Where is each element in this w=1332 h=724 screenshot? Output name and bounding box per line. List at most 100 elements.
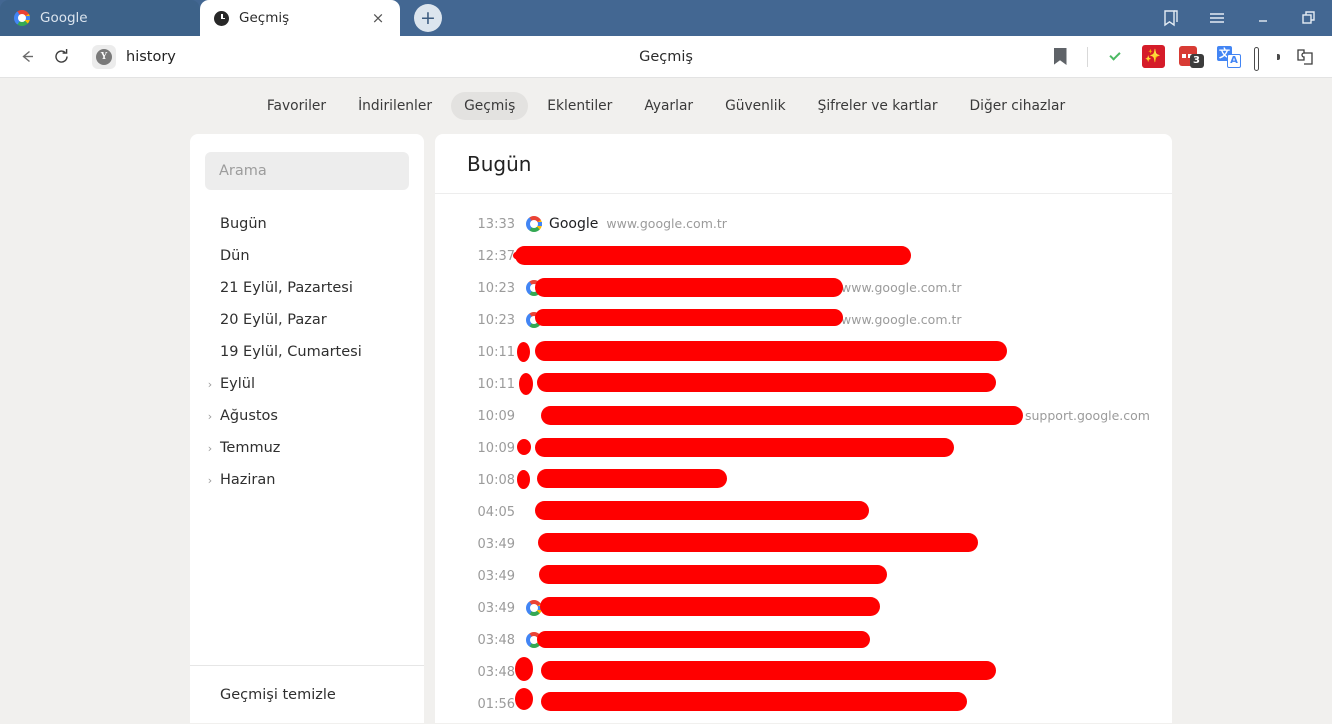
history-row[interactable]: 10:09 (435, 432, 1172, 464)
history-timestamp: 10:23 (477, 312, 515, 328)
history-url: support.google.com (1025, 408, 1150, 423)
address-input[interactable]: history (126, 49, 176, 65)
back-icon[interactable] (10, 40, 44, 74)
sidebar-item-label: 20 Eylül, Pazar (220, 312, 327, 328)
minimize-icon[interactable] (1240, 0, 1286, 36)
history-row[interactable]: 03:49 (435, 592, 1172, 624)
history-row[interactable]: 03:48 (435, 656, 1172, 688)
history-row[interactable]: 12:37 (435, 240, 1172, 272)
redaction-mark (541, 406, 1023, 425)
sidebar-item-5[interactable]: › Eylül (190, 368, 424, 400)
google-favicon (526, 216, 542, 232)
nav-item-indirilenler[interactable]: İndirilenler (345, 92, 445, 120)
history-row[interactable]: 10:08 (435, 464, 1172, 496)
extension-badge-icon[interactable]: 3 (1174, 40, 1208, 74)
tab-list-icon[interactable] (1148, 0, 1194, 36)
sidebar-item-6[interactable]: › Ağustos (190, 400, 424, 432)
nav-item-guvenlik[interactable]: Güvenlik (712, 92, 799, 120)
puzzle-icon[interactable] (1288, 40, 1322, 74)
chevron-right-icon[interactable]: › (202, 474, 218, 487)
history-list: 13:33 Google www.google.com.tr 12:37 10:23 ww… (435, 194, 1172, 720)
history-favicon-slot (519, 216, 549, 232)
history-row[interactable]: 04:05 (435, 496, 1172, 528)
history-row[interactable]: 13:33 Google www.google.com.tr (435, 208, 1172, 240)
history-title[interactable]: Google (549, 216, 598, 232)
redaction-mark (515, 246, 911, 265)
redaction-mark (537, 373, 996, 392)
redaction-mark (537, 469, 727, 488)
sidebar-date-list: ›Bugün›Dün›21 Eylül, Pazartesi›20 Eylül,… (190, 202, 424, 665)
history-row[interactable]: 03:48 (435, 624, 1172, 656)
search-input[interactable] (205, 152, 409, 190)
site-identity-icon: Y (92, 44, 116, 69)
redaction-mark (535, 341, 1007, 361)
history-timestamp: 10:11 (477, 344, 515, 360)
sidebar-item-2[interactable]: ›21 Eylül, Pazartesi (190, 272, 424, 304)
nav-item-favoriler[interactable]: Favoriler (254, 92, 339, 120)
chevron-right-icon[interactable]: › (202, 410, 218, 423)
content-heading: Bugün (435, 134, 1172, 194)
restore-icon[interactable] (1286, 0, 1332, 36)
nav-item-ayarlar[interactable]: Ayarlar (631, 92, 706, 120)
history-row[interactable]: 10:11 (435, 368, 1172, 400)
nav-item-eklentiler[interactable]: Eklentiler (534, 92, 625, 120)
search-container (190, 134, 424, 202)
history-timestamp: 03:49 (477, 600, 515, 616)
toolbar-divider (1087, 46, 1088, 67)
history-row[interactable]: 03:49 (435, 528, 1172, 560)
history-timestamp: 03:49 (477, 536, 515, 552)
history-row[interactable]: 10:09 support.google.com (435, 400, 1172, 432)
nav-item-diger-cihazlar[interactable]: Diğer cihazlar (957, 92, 1079, 120)
nav-item-sifreler-ve-kartlar[interactable]: Şifreler ve kartlar (805, 92, 951, 120)
history-timestamp: 03:49 (477, 568, 515, 584)
redaction-mark (517, 439, 531, 455)
address-bar[interactable]: Y history (92, 44, 176, 69)
sidebar-item-1[interactable]: ›Dün (190, 240, 424, 272)
redaction-mark (537, 631, 870, 648)
history-timestamp: 10:23 (477, 280, 515, 296)
sidebar-item-7[interactable]: › Temmuz (190, 432, 424, 464)
google-favicon (526, 600, 542, 616)
new-tab-button[interactable]: + (414, 4, 442, 32)
sidebar-item-8[interactable]: › Haziran (190, 464, 424, 496)
sidebar-item-0[interactable]: ›Bugün (190, 208, 424, 240)
adguard-shield-icon[interactable] (1098, 40, 1132, 74)
history-row[interactable]: 10:23 www.google.com.tr (435, 304, 1172, 336)
close-icon[interactable]: × (370, 10, 386, 26)
history-url: www.google.com.tr (841, 280, 962, 295)
google-favicon (526, 312, 542, 328)
window-controls (1148, 0, 1332, 36)
extension-badge-count: 3 (1189, 53, 1204, 68)
sidebar-item-4[interactable]: ›19 Eylül, Cumartesi (190, 336, 424, 368)
history-row[interactable]: 10:11 (435, 336, 1172, 368)
clear-history-button[interactable]: Geçmişi temizle (190, 665, 424, 723)
history-row[interactable]: 01:56 (435, 688, 1172, 720)
battery-icon[interactable] (1250, 40, 1284, 74)
menu-icon[interactable] (1194, 0, 1240, 36)
chevron-right-icon[interactable]: › (202, 378, 218, 391)
reload-icon[interactable] (44, 40, 78, 74)
history-row[interactable]: 10:23 www.google.com.tr (435, 272, 1172, 304)
sidebar-item-label: Haziran (220, 472, 276, 488)
redaction-mark (535, 438, 954, 457)
google-favicon (526, 632, 542, 648)
chevron-right-icon[interactable]: › (202, 442, 218, 455)
browser-tab-google[interactable]: Google (0, 0, 200, 36)
history-content: Bugün 13:33 Google www.google.com.tr 12:37 1… (435, 134, 1172, 723)
sidebar-item-3[interactable]: ›20 Eylül, Pazar (190, 304, 424, 336)
tab-label: Google (40, 10, 88, 26)
redaction-mark (541, 692, 967, 711)
history-row[interactable]: 03:49 (435, 560, 1172, 592)
browser-toolbar: Geçmiş Y history ✨ 3 文 A (0, 36, 1332, 78)
translate-icon[interactable]: 文 A (1212, 40, 1246, 74)
history-url: www.google.com.tr (606, 216, 727, 231)
nav-item-gecmis[interactable]: Geçmiş (451, 92, 529, 120)
browser-tab-history[interactable]: Geçmiş × (200, 0, 400, 36)
bookmark-icon[interactable] (1043, 40, 1077, 74)
redaction-mark (541, 661, 996, 680)
redaction-mark (538, 533, 978, 552)
sidebar-item-label: Ağustos (220, 408, 278, 424)
magic-wand-icon[interactable]: ✨ (1136, 40, 1170, 74)
sidebar-item-label: Dün (220, 248, 250, 264)
redaction-mark (539, 565, 887, 584)
